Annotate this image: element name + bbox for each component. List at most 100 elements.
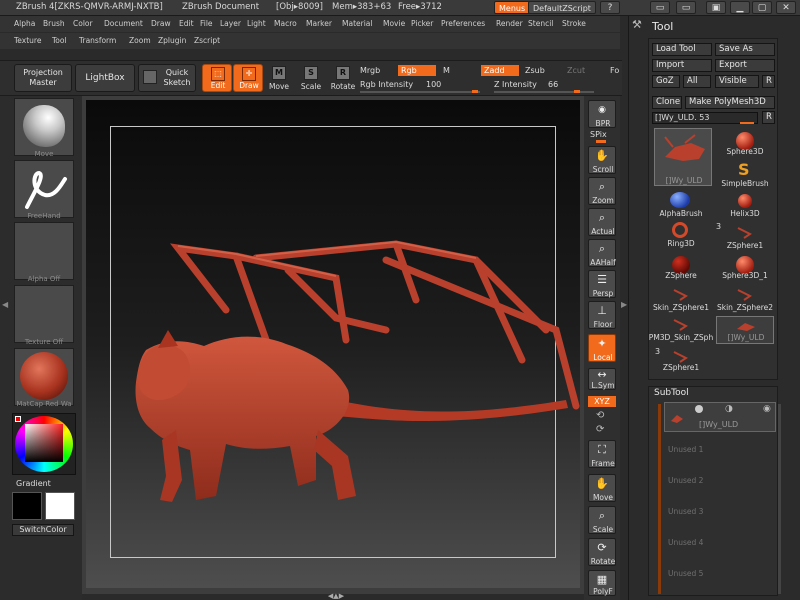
save-as-button[interactable]: Save As [715, 43, 775, 56]
all-button[interactable]: All [683, 75, 711, 88]
stroke-slot[interactable] [14, 160, 74, 218]
tool-thumb-12[interactable]: []Wy_ULD [716, 316, 774, 344]
zsub-toggle[interactable]: Zsub [525, 66, 545, 75]
local-button[interactable]: ✦ Local [588, 334, 616, 362]
menu-zplugin[interactable]: Zplugin [158, 36, 186, 45]
menu-brush[interactable]: Brush [43, 19, 65, 28]
primary-color-swatch[interactable] [12, 492, 42, 520]
rotate-axis-icon[interactable]: ⟲ [596, 410, 604, 421]
lsym-button[interactable]: ↔ L.Sym [588, 368, 616, 390]
actual-button[interactable]: ⌕ Actual [588, 208, 616, 236]
rgb-intensity-handle[interactable] [472, 90, 478, 93]
menu-picker[interactable]: Picker [411, 19, 433, 28]
visible-button[interactable]: Visible [715, 75, 759, 88]
xyz-toggle[interactable]: XYZ [588, 396, 616, 407]
menu-light[interactable]: Light [247, 19, 266, 28]
quick-sketch-button[interactable]: Quick Sketch [138, 64, 196, 92]
frame-button[interactable]: ⛶ Frame [588, 440, 616, 468]
zoom-button[interactable]: ⌕ Zoom [588, 177, 616, 205]
maximize-icon[interactable]: ▢ [752, 1, 772, 14]
tool-thumb-0[interactable]: []Wy_ULD [654, 128, 712, 186]
layout-icon-2[interactable]: ▭ [676, 1, 696, 14]
color-picker[interactable] [12, 413, 76, 475]
scroll-button[interactable]: ✋ Scroll [588, 146, 616, 174]
projection-master-button[interactable]: Projection Master [14, 64, 72, 92]
make-polymesh-button[interactable]: Make PolyMesh3D [685, 96, 775, 109]
export-button[interactable]: Export [715, 59, 775, 72]
menu-layer[interactable]: Layer [220, 19, 241, 28]
import-button[interactable]: Import [652, 59, 712, 72]
secondary-color-swatch[interactable] [45, 492, 75, 520]
r-button-2[interactable]: R [762, 111, 775, 124]
menu-marker[interactable]: Marker [306, 19, 332, 28]
help-icon[interactable]: ? [600, 1, 620, 14]
menu-stencil[interactable]: Stencil [528, 19, 553, 28]
texture-slot[interactable] [14, 285, 74, 343]
spix-slider[interactable] [596, 140, 606, 143]
left-shelf-arrow-icon[interactable]: ◀ [2, 300, 8, 314]
lock-icon[interactable]: ▣ [706, 1, 726, 14]
z-intensity-handle[interactable] [574, 90, 580, 93]
subtool-scroll-indicator[interactable] [658, 404, 661, 594]
subtool-unused-4[interactable]: Unused 4 [666, 538, 776, 550]
clone-button[interactable]: Clone [652, 96, 682, 109]
gradient-label[interactable]: Gradient [16, 479, 51, 488]
zcut-toggle[interactable]: Zcut [567, 66, 585, 75]
subtool-unused-5[interactable]: Unused 5 [666, 569, 776, 581]
persp-button[interactable]: ☰ Persp [588, 270, 616, 298]
menu-stroke[interactable]: Stroke [562, 19, 586, 28]
goz-button[interactable]: GoZ [652, 75, 680, 88]
move-mode-button[interactable]: M Move [264, 64, 294, 92]
menu-preferences[interactable]: Preferences [441, 19, 485, 28]
edit-mode-button[interactable]: ⬚ Edit [202, 64, 232, 92]
right-shelf-arrow-icon[interactable]: ▶ [621, 300, 627, 309]
menu-texture[interactable]: Texture [14, 36, 41, 45]
m-toggle[interactable]: M [443, 66, 450, 75]
bpr-button[interactable]: ◉ BPR [588, 100, 616, 128]
menu-color[interactable]: Color [73, 19, 93, 28]
r-button[interactable]: R [762, 75, 775, 88]
mrgb-toggle[interactable]: Mrgb [360, 66, 380, 75]
subtool-eye-icon[interactable]: ◉ [763, 404, 771, 414]
polyf-button[interactable]: ▦ PolyF [588, 570, 616, 596]
canvas-scroll-arrows-icon[interactable]: ◀▲▶ [316, 592, 356, 600]
menu-zscript[interactable]: Zscript [194, 36, 220, 45]
subtool-unused-3[interactable]: Unused 3 [666, 507, 776, 519]
rgb-intensity-slider[interactable] [360, 91, 480, 93]
zadd-toggle[interactable]: Zadd [481, 65, 519, 76]
close-icon[interactable]: ✕ [776, 1, 796, 14]
subtool-active-item[interactable]: ◑ ◉ []Wy_ULD [664, 402, 776, 432]
scale-view-button[interactable]: ⌕ Scale [588, 506, 616, 534]
minimize-icon[interactable]: ▁ [730, 1, 750, 14]
menu-transform[interactable]: Transform [79, 36, 116, 45]
rotate-axis-icon-2[interactable]: ⟳ [596, 424, 604, 435]
focal-shift-label[interactable]: Fo [610, 66, 619, 75]
menu-draw[interactable]: Draw [151, 19, 171, 28]
tool-palette-title[interactable]: Tool [652, 20, 673, 33]
menu-material[interactable]: Material [342, 19, 372, 28]
menu-tool[interactable]: Tool [52, 36, 67, 45]
scale-mode-button[interactable]: S Scale [296, 64, 326, 92]
menu-movie[interactable]: Movie [383, 19, 405, 28]
subtool-unused-2[interactable]: Unused 2 [666, 476, 776, 488]
subtool-visibility-icon[interactable] [695, 405, 703, 413]
subtool-brush-icon[interactable]: ◑ [725, 404, 733, 414]
menu-edit[interactable]: Edit [179, 19, 194, 28]
switch-color-button[interactable]: SwitchColor [12, 524, 74, 536]
menu-alpha[interactable]: Alpha [14, 19, 35, 28]
rotate-view-button[interactable]: ⟳ Rotate [588, 538, 616, 566]
material-slot[interactable] [14, 348, 74, 406]
lightbox-button[interactable]: LightBox [75, 64, 135, 92]
rgb-toggle[interactable]: Rgb [398, 65, 436, 76]
floor-button[interactable]: ⊥ Floor [588, 301, 616, 329]
subtool-title[interactable]: SubTool [654, 388, 689, 398]
subtool-scrollbar[interactable] [778, 404, 781, 594]
spix-label[interactable]: SPix [590, 130, 607, 139]
menu-render[interactable]: Render [496, 19, 523, 28]
subtool-unused-1[interactable]: Unused 1 [666, 445, 776, 457]
brush-slot[interactable] [14, 98, 74, 156]
menu-zoom[interactable]: Zoom [129, 36, 151, 45]
layout-icon[interactable]: ▭ [650, 1, 670, 14]
move-view-button[interactable]: ✋ Move [588, 474, 616, 502]
dragon-model[interactable] [86, 100, 580, 588]
